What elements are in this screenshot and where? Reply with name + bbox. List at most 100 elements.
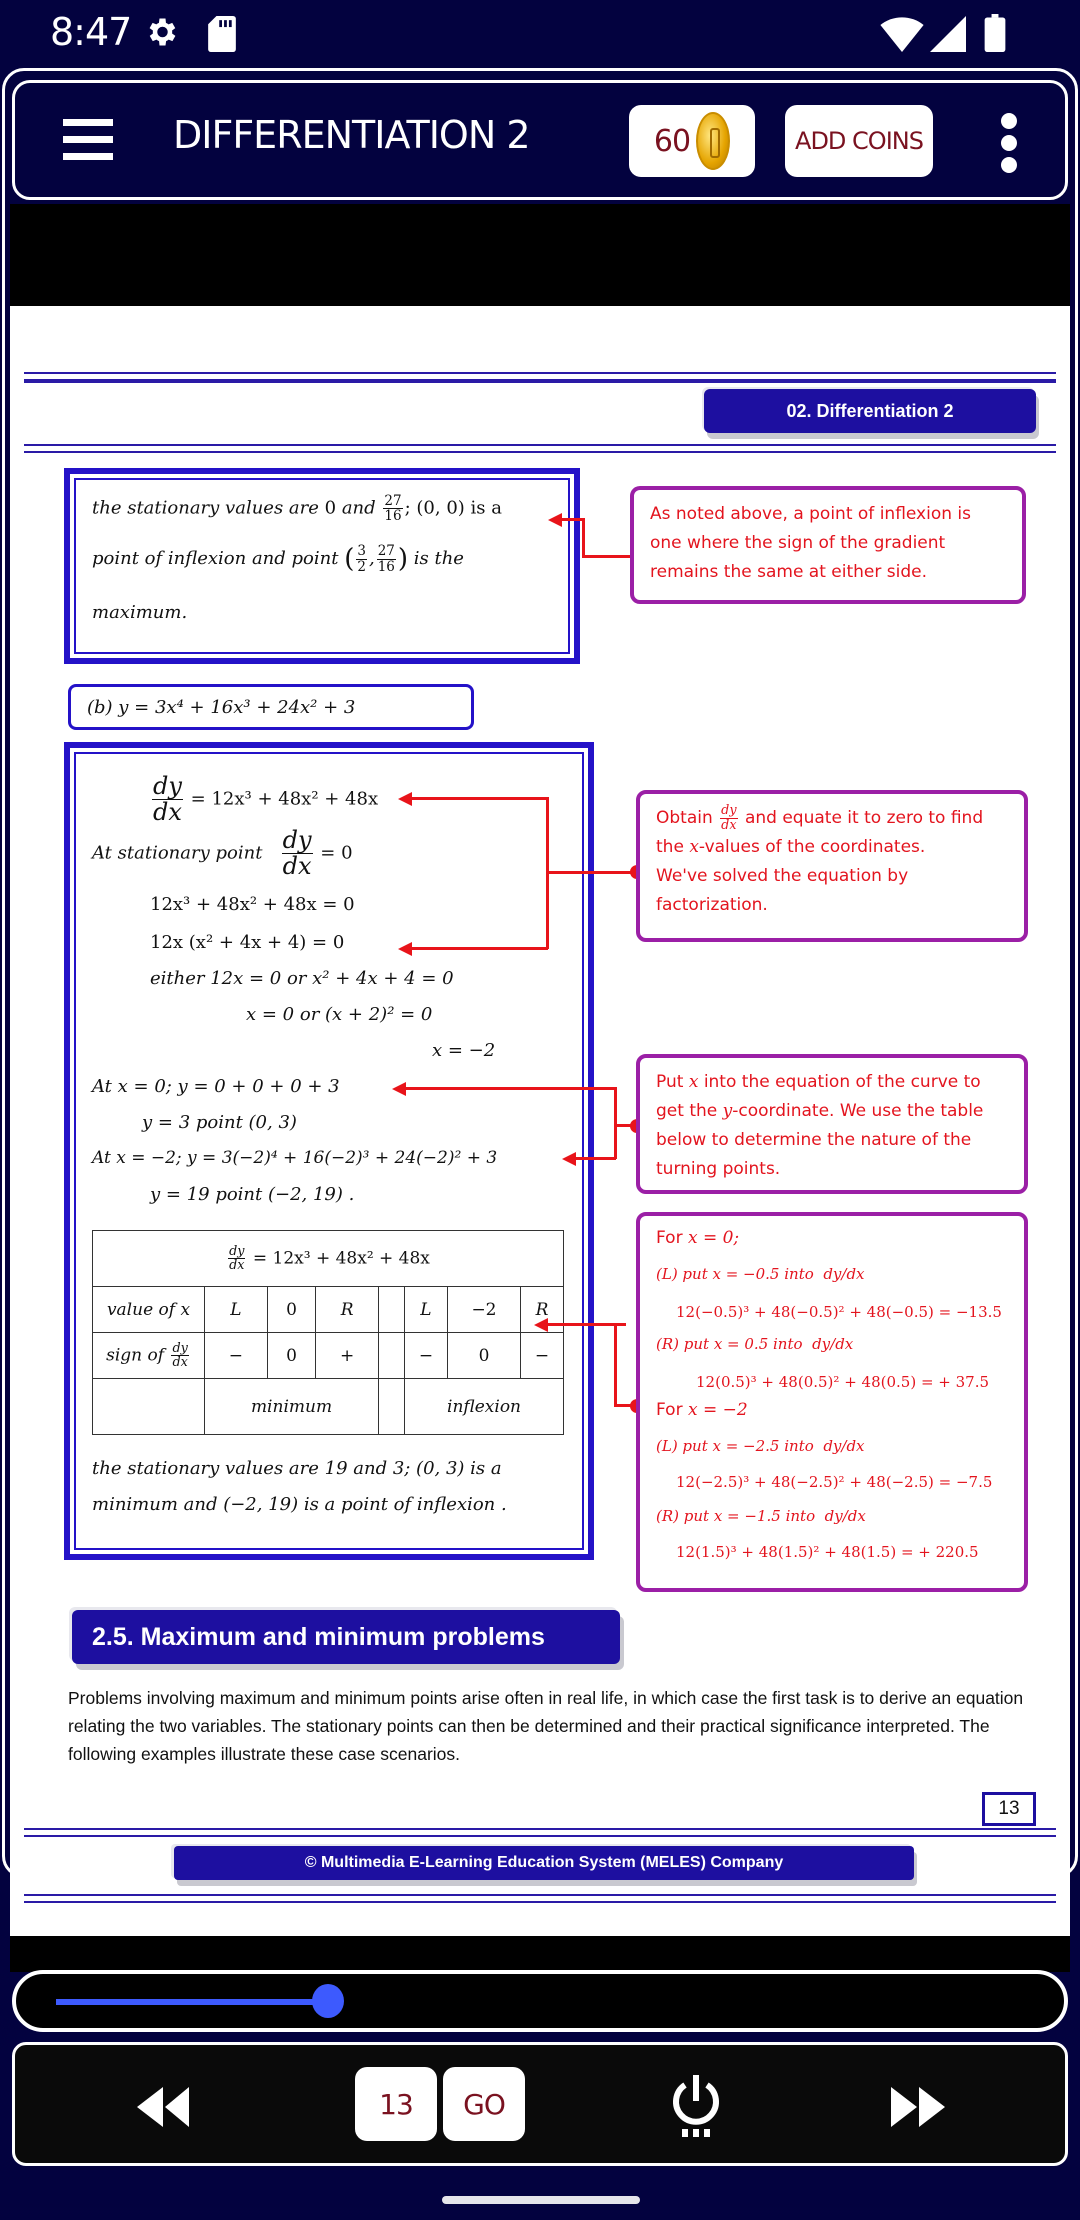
table-cell: inflexion <box>404 1378 564 1435</box>
note-derivative: Obtain dy dx and equate it to zero to fin… <box>636 790 1028 942</box>
table-cell: − <box>204 1332 268 1379</box>
table-row: dy dx = 12x³ + 48x² + 48x <box>92 1230 564 1287</box>
table-cell <box>92 1378 205 1435</box>
work-line-8: At x = 0; y = 0 + 0 + 0 + 3 <box>92 1076 340 1097</box>
table-row: minimum inflexion <box>92 1378 564 1435</box>
note-inflexion: As noted above, a point of inflexion is … <box>630 486 1026 604</box>
coin-balance-button[interactable]: 60 <box>629 105 755 177</box>
table-cell: −2 <box>446 1286 522 1333</box>
wifi-icon <box>880 17 924 52</box>
note-line: 12(−0.5)³ + 48(−0.5)² + 48(−0.5) = −13.5 <box>676 1303 1002 1321</box>
work-line-9: y = 3 point (0, 3) <box>142 1112 297 1133</box>
gear-icon <box>149 18 176 46</box>
work-line-11: y = 19 point (−2, 19) . <box>150 1184 355 1205</box>
table-cell <box>378 1332 406 1379</box>
note-line: 12(0.5)³ + 48(0.5)² + 48(0.5) = + 37.5 <box>696 1373 990 1391</box>
work-line-4: 12x (x² + 4x + 4) = 0 <box>150 932 345 953</box>
table-cell: + <box>315 1332 380 1379</box>
add-coins-button[interactable]: ADD COINS <box>785 105 933 177</box>
bottom-spacer <box>10 1936 1070 1972</box>
document-page[interactable]: 02. Differentiation 2 the stationary val… <box>10 306 1070 1938</box>
work-line-5: either 12x = 0 or x² + 4x + 4 = 0 <box>150 968 454 989</box>
equation-b: (b) y = 3x⁴ + 16x³ + 24x² + 3 <box>87 697 356 718</box>
connector-line <box>410 947 548 950</box>
chapter-tag: 02. Differentiation 2 <box>704 389 1036 433</box>
note-line: For x = −2 <box>656 1400 748 1420</box>
footer-rule <box>24 1828 1056 1837</box>
work-line-2: At stationary point dy dx = 0 <box>92 826 353 881</box>
header-rule <box>24 372 1056 383</box>
connector-line <box>560 518 584 521</box>
note-line: 12(1.5)³ + 48(1.5)² + 48(1.5) = + 220.5 <box>676 1543 979 1561</box>
note-substitute: Put x into the equation of the curve to … <box>636 1054 1028 1194</box>
slider-thumb[interactable] <box>311 1984 344 2018</box>
signal-icon <box>930 16 966 52</box>
table-cell <box>378 1286 406 1333</box>
work-line-3: 12x³ + 48x² + 48x = 0 <box>150 894 355 915</box>
app-header: DIFFERENTIATION 2 60 ADD COINS <box>12 80 1068 200</box>
hamburger-icon[interactable] <box>63 119 113 160</box>
slider-track <box>56 1999 328 2005</box>
work-line-7: x = −2 <box>432 1040 496 1061</box>
conclusion-line-1: the stationary values are 19 and 3; (0, … <box>92 1458 502 1479</box>
table-cell: 0 <box>446 1332 522 1379</box>
table-cell: minimum <box>203 1378 380 1435</box>
table-cell: value of x <box>92 1286 205 1333</box>
connector-line <box>546 871 638 874</box>
table-cell: − <box>520 1332 564 1379</box>
top-spacer <box>10 204 1070 306</box>
table-header: dy dx = 12x³ + 48x² + 48x <box>92 1230 564 1287</box>
screen: 8:47 DIFFERENTIATION 2 60 ADD COINS 02. … <box>0 0 1080 2220</box>
connector-line <box>614 1323 617 1407</box>
connector-line <box>614 1087 617 1159</box>
sign-table: dy dx = 12x³ + 48x² + 48x value of x L 0 … <box>92 1230 564 1435</box>
sd-card-icon <box>208 16 236 52</box>
power-icon[interactable] <box>671 2071 721 2141</box>
table-cell: sign of dy dx <box>92 1332 205 1379</box>
table-row: value of x L 0 R L −2 R <box>92 1286 564 1333</box>
note-line: 12(−2.5)³ + 48(−2.5)² + 48(−2.5) = −7.5 <box>676 1473 993 1491</box>
connector-line <box>410 797 548 800</box>
connector-line <box>404 1087 616 1090</box>
page-slider[interactable] <box>12 1970 1068 2032</box>
table-cell <box>378 1378 406 1435</box>
table-cell: L <box>204 1286 268 1333</box>
equation-b-box: (b) y = 3x⁴ + 16x³ + 24x² + 3 <box>68 684 474 730</box>
header-rule-lower <box>24 444 1056 453</box>
note-line: (R) put x = −1.5 into dy/dx <box>656 1507 866 1525</box>
page-number: 13 <box>982 1792 1036 1826</box>
conclusion-line-2: minimum and (−2, 19) is a point of infle… <box>92 1494 507 1515</box>
page-number-input[interactable]: 13 <box>355 2067 437 2141</box>
status-time: 8:47 <box>50 10 132 54</box>
table-cell: 0 <box>266 1332 317 1379</box>
rewind-icon[interactable] <box>137 2087 191 2127</box>
go-button[interactable]: GO <box>443 2067 525 2141</box>
note-line: (R) put x = 0.5 into dy/dx <box>656 1335 854 1353</box>
work-line-10: At x = −2; y = 3(−2)⁴ + 16(−2)³ + 24(−2)… <box>92 1148 498 1168</box>
table-cell: L <box>404 1286 448 1333</box>
fast-forward-icon[interactable] <box>891 2087 945 2127</box>
coin-icon <box>696 112 731 170</box>
note-line: For x = 0; <box>656 1228 740 1248</box>
app-title: DIFFERENTIATION 2 <box>173 113 531 157</box>
note-line: (L) put x = −2.5 into dy/dx <box>656 1437 865 1455</box>
note-sign-test: For x = 0; (L) put x = −0.5 into dy/dx 1… <box>636 1212 1028 1592</box>
table-row: sign of dy dx − 0 + − 0 − <box>92 1332 564 1379</box>
connector-line <box>574 1157 616 1160</box>
working-box: dy dx = 12x³ + 48x² + 48x At stationary p… <box>64 742 594 1560</box>
connector-line <box>582 518 585 558</box>
table-cell: R <box>315 1286 380 1333</box>
home-indicator[interactable] <box>442 2196 640 2204</box>
footer-copyright: © Multimedia E-Learning Education System… <box>174 1846 914 1880</box>
conclusion-box-a: the stationary values are 0 and 27 16; (0… <box>64 468 580 664</box>
status-bar: 8:47 <box>0 0 1080 66</box>
more-vert-icon[interactable] <box>999 113 1019 173</box>
work-line-6: x = 0 or (x + 2)² = 0 <box>246 1004 433 1025</box>
box1-line2: point of inflexion and point (3 2, 27 16) i… <box>92 543 464 575</box>
coin-count: 60 <box>653 123 691 159</box>
work-line-1: dy dx = 12x³ + 48x² + 48x <box>152 772 379 827</box>
section-heading: 2.5. Maximum and minimum problems <box>72 1610 620 1664</box>
table-cell: 0 <box>266 1286 317 1333</box>
table-cell: − <box>404 1332 448 1379</box>
battery-icon <box>984 14 1006 52</box>
